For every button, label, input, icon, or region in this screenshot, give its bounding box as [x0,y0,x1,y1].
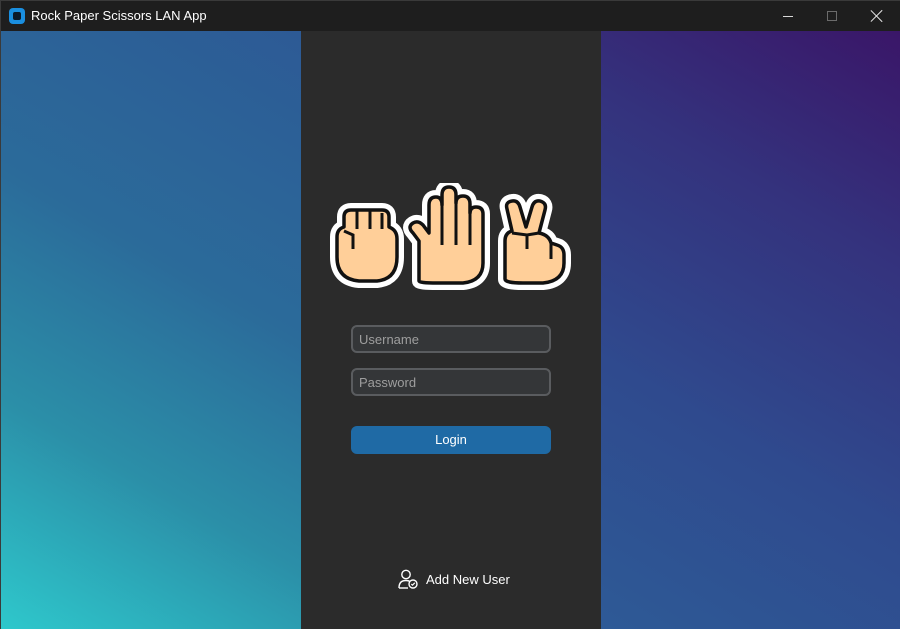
right-gradient-background [601,31,900,629]
minimize-icon [783,15,793,17]
add-new-user-label: Add New User [426,571,510,587]
login-button[interactable]: Login [351,426,551,454]
app-window: Rock Paper Scissors LAN App Username Log… [0,0,900,629]
close-button[interactable] [854,1,900,31]
scissors-hand-icon [498,193,571,290]
rock-hand-icon [330,203,404,288]
add-new-user-button[interactable]: Add New User [397,568,510,590]
minimize-button[interactable] [765,1,811,31]
rock-paper-scissors-logo [330,183,571,290]
left-gradient-background [1,31,301,629]
window-title: Rock Paper Scissors LAN App [31,8,207,23]
add-user-icon [398,569,418,589]
password-field[interactable] [351,368,551,396]
username-input[interactable] [353,327,549,351]
maximize-button[interactable] [809,1,855,31]
close-icon [871,10,883,22]
password-input[interactable] [353,370,549,394]
paper-hand-icon [403,183,490,290]
username-field[interactable] [351,325,551,353]
main-content: Login Add New User [1,31,900,629]
title-bar[interactable]: Rock Paper Scissors LAN App [1,1,900,31]
app-icon [9,8,25,24]
maximize-icon [827,11,837,21]
login-panel: Login Add New User [301,31,601,629]
